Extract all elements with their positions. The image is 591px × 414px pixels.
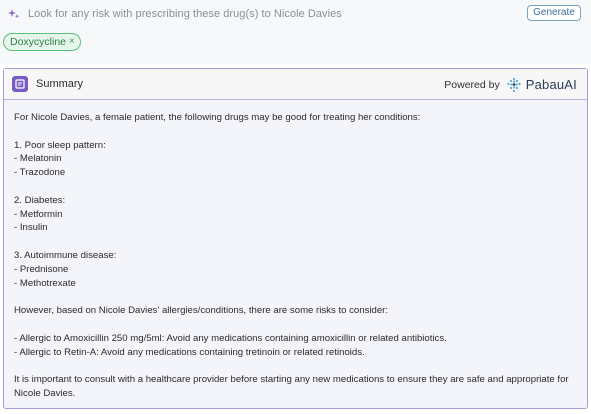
drug-item: - Metformin	[14, 208, 63, 220]
summary-card: Summary Powered by PabauAI For Nicole Da…	[3, 68, 588, 409]
section-heading: 3. Autoimmune disease:	[14, 249, 117, 261]
risk-item: - Allergic to Retin-A: Avoid any medicat…	[14, 346, 365, 358]
summary-body: For Nicole Davies, a female patient, the…	[4, 100, 587, 401]
closing-note: It is important to consult with a health…	[14, 374, 569, 399]
summary-title: Summary	[36, 78, 84, 90]
powered-by-label: Powered by	[444, 78, 500, 91]
sparkle-icon	[8, 9, 20, 19]
drug-item: - Insulin	[14, 222, 48, 234]
drug-chip-label: Doxycycline	[10, 36, 67, 48]
brand-name: PabauAI	[525, 77, 577, 92]
section-heading: 2. Diabetes:	[14, 194, 66, 206]
prompt-bar: Look for any risk with prescribing these…	[0, 0, 591, 64]
drug-item: - Methotrexate	[14, 277, 76, 289]
risk-item: - Allergic to Amoxicillin 250 mg/5ml: Av…	[14, 332, 447, 344]
pabau-logo-icon	[507, 77, 521, 92]
generate-button[interactable]: Generate	[527, 5, 581, 21]
drug-item: - Trazodone	[14, 167, 66, 179]
prompt-text[interactable]: Look for any risk with prescribing these…	[28, 8, 342, 20]
section-heading: 1. Poor sleep pattern:	[14, 139, 106, 151]
remove-chip-icon[interactable]: ×	[69, 34, 75, 50]
powered-by: Powered by PabauAI	[444, 69, 577, 100]
prompt-row: Look for any risk with prescribing these…	[8, 4, 583, 24]
drug-chip[interactable]: Doxycycline ×	[3, 33, 81, 51]
summary-icon	[12, 76, 28, 92]
drug-item: - Melatonin	[14, 153, 62, 165]
summary-intro: For Nicole Davies, a female patient, the…	[14, 112, 421, 123]
risks-intro: However, based on Nicole Davies' allergi…	[14, 305, 389, 317]
summary-header: Summary Powered by PabauAI	[4, 69, 587, 100]
drug-item: - Prednisone	[14, 263, 69, 275]
